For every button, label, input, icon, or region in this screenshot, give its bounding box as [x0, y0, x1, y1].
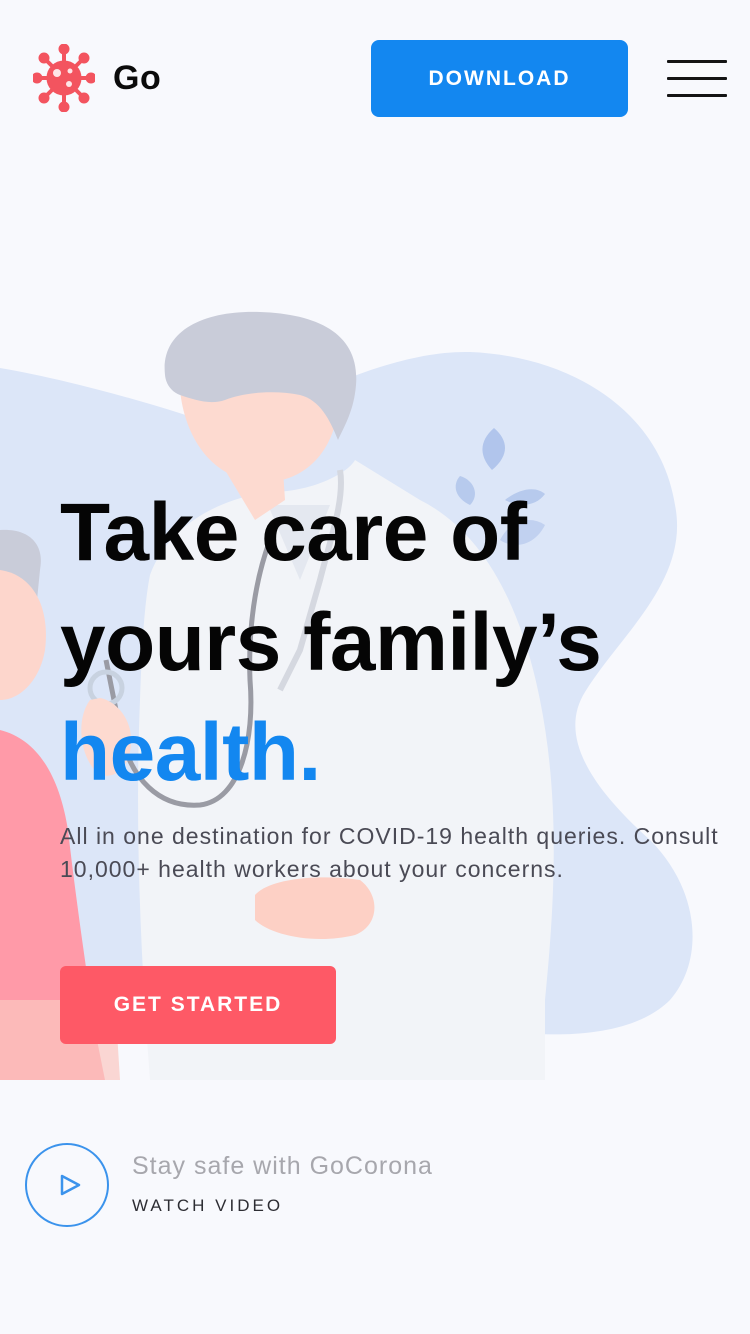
play-icon	[60, 1174, 81, 1196]
get-started-button[interactable]: GET STARTED	[60, 966, 336, 1044]
logo[interactable]: Go	[33, 44, 161, 112]
virus-icon	[33, 44, 95, 112]
hero-title-line-1: Take care of	[60, 487, 527, 578]
hero-title: Take care of yours family’s health.	[60, 478, 740, 808]
download-button[interactable]: DOWNLOAD	[371, 40, 628, 117]
hero-title-line-2: yours family’s	[60, 597, 602, 688]
hero-title-highlight: health.	[60, 707, 321, 798]
play-video-button[interactable]	[25, 1143, 109, 1227]
hamburger-menu-icon[interactable]	[667, 58, 727, 100]
logo-text: Go	[113, 58, 162, 97]
watch-video-link[interactable]: WATCH VIDEO	[132, 1196, 283, 1216]
video-title: Stay safe with GoCorona	[132, 1152, 433, 1180]
site-header: Go DOWNLOAD	[0, 0, 750, 160]
hero-description: All in one destination for COVID-19 heal…	[60, 823, 719, 882]
